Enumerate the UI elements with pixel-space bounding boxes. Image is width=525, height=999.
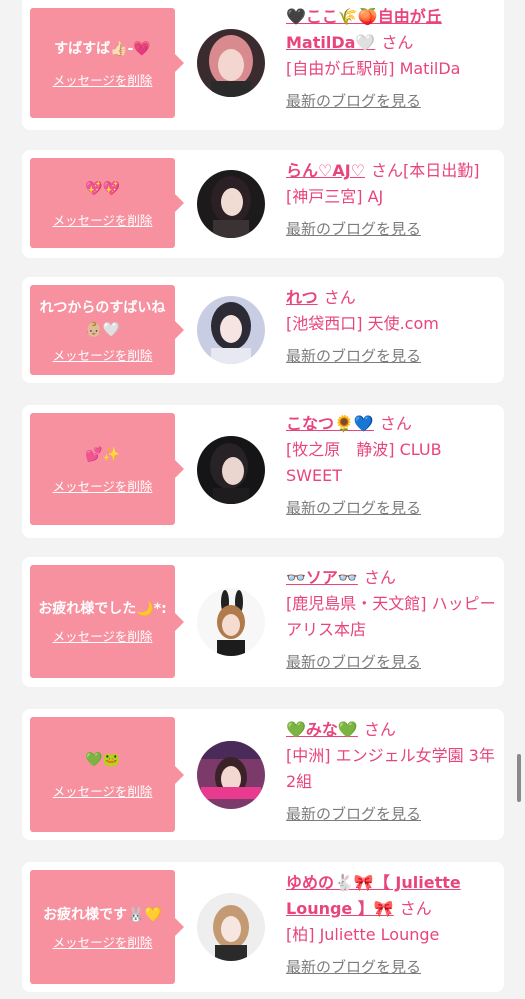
message-text: 💕✨: [85, 446, 120, 463]
delete-message-link[interactable]: メッセージを削除: [53, 626, 153, 645]
cast-name-link[interactable]: れつ: [286, 288, 318, 307]
name-line: らん♡AJ♡ さん[本日出勤]: [286, 158, 496, 184]
message-bubble: れつからのすばいね👶🏼🤍 メッセージを削除: [30, 285, 184, 375]
name-suffix: さん[本日出勤]: [371, 161, 480, 180]
name-suffix: さん: [399, 899, 432, 918]
shop-name: [神戸三宮] AJ: [286, 187, 384, 206]
delete-message-link[interactable]: メッセージを削除: [53, 476, 153, 495]
message-text: すばすば👍🏻-💗: [54, 40, 151, 57]
message-bubble: お疲れ様でした🌙*: メッセージを削除: [30, 565, 184, 678]
avatar[interactable]: [197, 588, 265, 656]
list-item: 💖💖 メッセージを削除 らん♡AJ♡ さん[本日出勤] [神戸三宮] AJ 最新の…: [22, 150, 504, 258]
profile-info: 🖤ここ🌾🍑自由が丘 MatilDa🤍 さん [自由が丘駅前] MatilDa 最新…: [286, 4, 496, 112]
scrollbar[interactable]: [517, 754, 521, 802]
message-text: れつからのすばいね👶🏼🤍: [39, 299, 166, 338]
list-item: すばすば👍🏻-💗 メッセージを削除 🖤ここ🌾🍑自由が丘 MatilDa🤍 さん […: [22, 0, 504, 130]
name-line: ゆめの🐇🎀【 Juliette Lounge 】🎀 さん: [286, 870, 496, 922]
list-item: 💚🐸 メッセージを削除 💚みな💚 さん [中洲] エンジェル女学園 3年2組 最新…: [22, 709, 504, 840]
message-text: お疲れ様です🐰💛: [43, 906, 162, 923]
profile-info: 👓ソア👓 さん [鹿児島県・天文館] ハッピーアリス本店 最新のブログを見る: [286, 565, 496, 673]
profile-info: れつ さん [池袋西口] 天使.com 最新のブログを見る: [286, 285, 496, 367]
list-item: お疲れ様です🐰💛 メッセージを削除 ゆめの🐇🎀【 Juliette Lounge…: [22, 862, 504, 992]
avatar[interactable]: [197, 893, 265, 961]
profile-info: ゆめの🐇🎀【 Juliette Lounge 】🎀 さん [柏] Juliette…: [286, 870, 496, 978]
message-text: お疲れ様でした🌙*:: [38, 601, 167, 617]
delete-message-link[interactable]: メッセージを削除: [53, 932, 153, 951]
latest-blog-link[interactable]: 最新のブログを見る: [286, 218, 421, 240]
avatar[interactable]: [197, 436, 265, 504]
latest-blog-link[interactable]: 最新のブログを見る: [286, 651, 421, 673]
latest-blog-link[interactable]: 最新のブログを見る: [286, 497, 421, 519]
latest-blog-link[interactable]: 最新のブログを見る: [286, 956, 421, 978]
profile-info: 💚みな💚 さん [中洲] エンジェル女学園 3年2組 最新のブログを見る: [286, 717, 496, 825]
delete-message-link[interactable]: メッセージを削除: [53, 345, 153, 364]
shop-name: [牧之原 静波] CLUB SWEET: [286, 440, 442, 485]
avatar[interactable]: [197, 170, 265, 238]
name-line: 🖤ここ🌾🍑自由が丘 MatilDa🤍 さん: [286, 4, 496, 56]
name-suffix: さん: [379, 414, 412, 433]
message-list: すばすば👍🏻-💗 メッセージを削除 🖤ここ🌾🍑自由が丘 MatilDa🤍 さん […: [0, 0, 525, 999]
message-bubble: 💕✨ メッセージを削除: [30, 413, 184, 525]
message-bubble: お疲れ様です🐰💛 メッセージを削除: [30, 870, 184, 984]
latest-blog-link[interactable]: 最新のブログを見る: [286, 345, 421, 367]
list-item: 💕✨ メッセージを削除 こなつ🌻💙 さん [牧之原 静波] CLUB SWEET …: [22, 405, 504, 538]
name-suffix: さん: [381, 33, 414, 52]
avatar[interactable]: [197, 29, 265, 97]
delete-message-link[interactable]: メッセージを削除: [53, 781, 153, 800]
message-text: 💚🐸: [85, 752, 120, 768]
name-line: こなつ🌻💙 さん: [286, 411, 496, 437]
list-item: れつからのすばいね👶🏼🤍 メッセージを削除 れつ さん [池袋西口] 天使.com…: [22, 277, 504, 383]
name-suffix: さん: [363, 568, 396, 587]
shop-name: [池袋西口] 天使.com: [286, 314, 439, 333]
profile-info: こなつ🌻💙 さん [牧之原 静波] CLUB SWEET 最新のブログを見る: [286, 411, 496, 519]
cast-name-link[interactable]: 💚みな💚: [286, 720, 358, 739]
shop-name: [中洲] エンジェル女学園 3年2組: [286, 746, 495, 791]
cast-name-link[interactable]: らん♡AJ♡: [286, 161, 365, 180]
cast-name-link[interactable]: 🖤ここ🌾🍑自由が丘 MatilDa🤍: [286, 7, 442, 52]
latest-blog-link[interactable]: 最新のブログを見る: [286, 90, 421, 112]
cast-name-link[interactable]: こなつ🌻💙: [286, 414, 374, 433]
delete-message-link[interactable]: メッセージを削除: [53, 70, 153, 89]
shop-name: [柏] Juliette Lounge: [286, 925, 440, 944]
name-line: 👓ソア👓 さん: [286, 565, 496, 591]
name-line: 💚みな💚 さん: [286, 717, 496, 743]
shop-name: [自由が丘駅前] MatilDa: [286, 59, 461, 78]
message-bubble: 💚🐸 メッセージを削除: [30, 717, 184, 832]
name-line: れつ さん: [286, 285, 496, 311]
message-bubble: すばすば👍🏻-💗 メッセージを削除: [30, 8, 184, 118]
cast-name-link[interactable]: 👓ソア👓: [286, 568, 358, 587]
profile-info: らん♡AJ♡ さん[本日出勤] [神戸三宮] AJ 最新のブログを見る: [286, 158, 496, 240]
latest-blog-link[interactable]: 最新のブログを見る: [286, 803, 421, 825]
cast-name-link[interactable]: ゆめの🐇🎀【 Juliette Lounge 】🎀: [286, 873, 461, 918]
message-text: 💖💖: [85, 180, 120, 197]
message-bubble: 💖💖 メッセージを削除: [30, 158, 184, 248]
delete-message-link[interactable]: メッセージを削除: [53, 210, 153, 229]
avatar[interactable]: [197, 741, 265, 809]
list-item: お疲れ様でした🌙*: メッセージを削除 👓ソア👓 さん [鹿児島県・天文館] ハッ…: [22, 557, 504, 687]
name-suffix: さん: [323, 288, 356, 307]
shop-name: [鹿児島県・天文館] ハッピーアリス本店: [286, 594, 496, 639]
name-suffix: さん: [363, 720, 396, 739]
avatar[interactable]: [197, 296, 265, 364]
